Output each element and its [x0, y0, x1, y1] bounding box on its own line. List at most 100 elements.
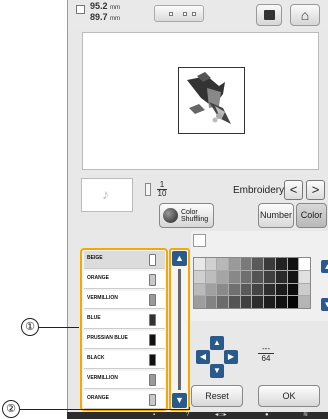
thread-list-item[interactable]: PRUSSIAN BLUE [84, 331, 165, 349]
design-preview [82, 32, 319, 170]
arrow-up-button[interactable]: ▲ [210, 336, 224, 350]
next-button[interactable]: > [306, 180, 325, 200]
palette-swatch[interactable] [264, 258, 275, 270]
palette-swatch[interactable] [205, 270, 217, 283]
thread-list-item[interactable]: BEIGE [84, 251, 165, 269]
thread-list-item[interactable]: BLUE [84, 311, 165, 329]
palette-swatch[interactable] [252, 296, 264, 308]
arrow-left-button[interactable]: ◀ [196, 350, 210, 364]
color-shuffling-button[interactable]: Color Shuffling [159, 203, 214, 228]
palette-swatch[interactable] [205, 296, 217, 308]
palette-swatch[interactable] [275, 296, 287, 308]
palette-swatch[interactable] [194, 296, 205, 308]
callout-2-leader-tick [189, 407, 190, 410]
thread-list-item[interactable]: ORANGE [84, 271, 165, 289]
thread-list-item[interactable]: VERMILLION [84, 371, 165, 389]
palette-swatch[interactable] [194, 258, 205, 270]
color-palette-panel: ▲ ▼ [191, 231, 328, 321]
scroll-down-button[interactable]: ▼ [172, 393, 187, 408]
size-icon [76, 5, 85, 14]
palette-current: --- [258, 344, 274, 354]
palette-swatch[interactable] [252, 258, 264, 270]
palette-swatch[interactable] [217, 258, 229, 270]
palette-swatch[interactable] [217, 296, 229, 308]
color-button[interactable]: Color [296, 203, 327, 228]
arrow-down-button[interactable]: ▼ [210, 364, 224, 378]
thread-list-scrollbar[interactable]: ▲ ▼ [169, 248, 190, 411]
wireless-icon: ≋ [303, 412, 309, 418]
thread-name: ORANGE [87, 275, 109, 281]
number-button[interactable]: Number [258, 203, 294, 228]
color-shuffle-icon [163, 208, 178, 223]
ok-button[interactable]: OK [258, 385, 320, 407]
help-icon[interactable]: ? [186, 412, 189, 419]
palette-swatch[interactable] [275, 283, 287, 296]
palette-swatch[interactable] [205, 258, 217, 270]
palette-swatch[interactable] [299, 296, 310, 308]
spool-color-icon [149, 354, 156, 366]
palette-swatch[interactable] [217, 270, 229, 283]
palette-swatch[interactable] [205, 283, 217, 296]
palette-swatch[interactable] [229, 270, 240, 283]
palette-swatch[interactable] [299, 270, 310, 283]
callout-1-leader [39, 327, 79, 328]
thread-list-item[interactable]: ORANGE [84, 391, 165, 409]
top-bar: 95.2 mm 89.7 mm ⌂ [68, 0, 328, 30]
width-value: 95.2 [90, 1, 108, 11]
layout-button[interactable] [154, 5, 204, 22]
palette-swatch[interactable] [217, 283, 229, 296]
spool-color-icon [149, 314, 156, 326]
home-button[interactable]: ⌂ [290, 4, 320, 26]
palette-swatch[interactable] [229, 258, 240, 270]
palette-swatch[interactable] [229, 283, 240, 296]
palette-swatch[interactable] [299, 283, 310, 296]
palette-swatch[interactable] [299, 258, 310, 270]
frame-icon [264, 10, 275, 20]
palette-swatch[interactable] [264, 296, 275, 308]
spool-color-icon [149, 394, 156, 406]
palette-swatch[interactable] [240, 283, 252, 296]
prev-button[interactable]: < [284, 180, 303, 200]
callout-2-leader [20, 409, 189, 410]
palette-swatch[interactable] [287, 296, 299, 308]
callout-2: ② [2, 400, 20, 418]
spool-color-icon [149, 334, 156, 346]
palette-swatch[interactable] [275, 258, 287, 270]
scroll-track[interactable] [178, 269, 181, 390]
color-palette-grid[interactable] [193, 257, 311, 309]
reset-button[interactable]: Reset [191, 385, 243, 407]
layout-dot-icon [183, 12, 187, 16]
spool-color-icon [149, 254, 156, 266]
height-unit: mm [110, 16, 121, 22]
settings-icon[interactable]: ● [265, 412, 269, 419]
palette-swatch[interactable] [252, 283, 264, 296]
frame-button[interactable] [256, 4, 282, 26]
arrow-right-button[interactable]: ▶ [224, 350, 238, 364]
palette-swatch[interactable] [287, 283, 299, 296]
scroll-up-button[interactable]: ▲ [172, 251, 187, 266]
palette-swatch[interactable] [229, 296, 240, 308]
palette-swatch[interactable] [287, 258, 299, 270]
layout-dot-icon [169, 12, 173, 16]
palette-down-button[interactable]: ▼ [321, 298, 328, 311]
thread-name: VERMILLION [87, 295, 118, 301]
spool-color-icon [149, 374, 156, 386]
thread-list: BEIGE ORANGE VERMILLION BLUE PRUSSIAN BLUE BL… [80, 248, 168, 411]
palette-swatch[interactable] [287, 270, 299, 283]
presser-foot-icon[interactable]: ◂▭▸ [215, 412, 227, 419]
palette-swatch[interactable] [194, 270, 205, 283]
palette-swatch[interactable] [264, 270, 275, 283]
palette-up-button[interactable]: ▲ [321, 260, 328, 273]
thread-list-item[interactable]: BLACK [84, 351, 165, 369]
palette-swatch[interactable] [240, 258, 252, 270]
spool-color-icon [149, 274, 156, 286]
palette-swatch[interactable] [264, 283, 275, 296]
palette-swatch[interactable] [252, 270, 264, 283]
spool-color-icon [149, 294, 156, 306]
palette-swatch[interactable] [240, 296, 252, 308]
layout-dot-icon [192, 12, 196, 16]
palette-swatch[interactable] [194, 283, 205, 296]
palette-swatch[interactable] [240, 270, 252, 283]
thread-list-item[interactable]: VERMILLION [84, 291, 165, 309]
palette-swatch[interactable] [275, 270, 287, 283]
